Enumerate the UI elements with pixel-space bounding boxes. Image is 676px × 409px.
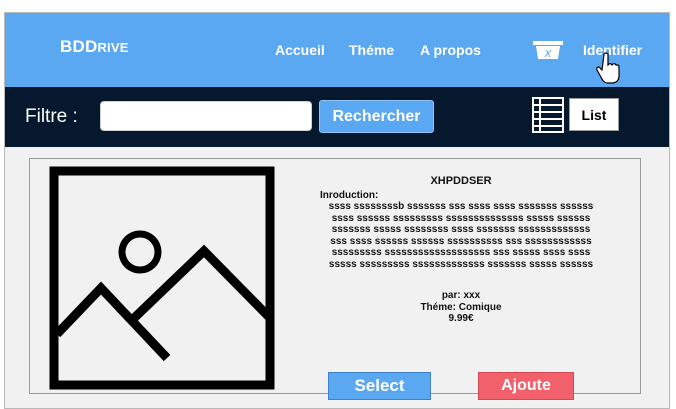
description-line: sssssssss sssssssssssssssssss sss sssss … bbox=[331, 247, 591, 258]
product-theme: Théme: Comique bbox=[420, 301, 502, 313]
cart-icon[interactable]: X bbox=[532, 40, 564, 60]
app-frame: BDDRIVE Accueil Théme A propos X Identif… bbox=[4, 12, 670, 409]
list-view-icon[interactable] bbox=[532, 97, 564, 133]
logo-main-text: BDD bbox=[60, 37, 98, 56]
description-line: sssssss sssss ssssssss ssss sssssss ssss… bbox=[331, 224, 591, 235]
product-meta: par: xxx Théme: Comique 9.99€ bbox=[288, 290, 634, 325]
hand-pointer-icon bbox=[596, 52, 620, 84]
list-view-button[interactable]: List bbox=[569, 98, 619, 131]
product-intro-label: Inroduction: bbox=[320, 189, 379, 201]
select-button[interactable]: Select bbox=[328, 372, 431, 400]
cart-label: X bbox=[544, 49, 553, 60]
nav-link-theme[interactable]: Théme bbox=[349, 42, 394, 58]
description-line: ssss ssssss sssssssss ssssssssssssss sss… bbox=[331, 212, 591, 224]
nav-link-about[interactable]: A propos bbox=[420, 42, 481, 58]
add-to-cart-button[interactable]: Ajoute bbox=[478, 372, 574, 400]
logo-small-text: RIVE bbox=[97, 40, 129, 55]
product-author: par: xxx bbox=[441, 290, 481, 301]
image-placeholder-icon bbox=[49, 166, 275, 390]
description-line: sss ssss ssssss ssssss ssssssssss sss ss… bbox=[330, 235, 592, 247]
product-price: 9.99€ bbox=[448, 313, 474, 324]
nav-link-home[interactable]: Accueil bbox=[275, 42, 325, 58]
product-title: XHPDDSER bbox=[430, 175, 492, 187]
filter-label: Filtre : bbox=[25, 106, 78, 127]
product-card: XHPDDSER Inroduction: ssss ssssssssb sss… bbox=[29, 158, 641, 400]
filter-input[interactable] bbox=[100, 101, 312, 131]
search-button[interactable]: Rechercher bbox=[319, 100, 434, 133]
top-navigation-bar: BDDRIVE Accueil Théme A propos X Identif… bbox=[5, 13, 669, 88]
logo[interactable]: BDDRIVE bbox=[60, 37, 129, 57]
description-line: sssss sssssssss sssssssssssss sssssss ss… bbox=[328, 258, 594, 270]
product-description: ssss ssssssssb sssssss sss ssss ssss sss… bbox=[288, 201, 634, 270]
description-line: ssss ssssssssb sssssss sss ssss ssss sss… bbox=[328, 201, 594, 212]
product-details: XHPDDSER Inroduction: ssss ssssssssb sss… bbox=[288, 175, 634, 325]
filter-bar: Filtre : Rechercher List bbox=[5, 87, 669, 147]
